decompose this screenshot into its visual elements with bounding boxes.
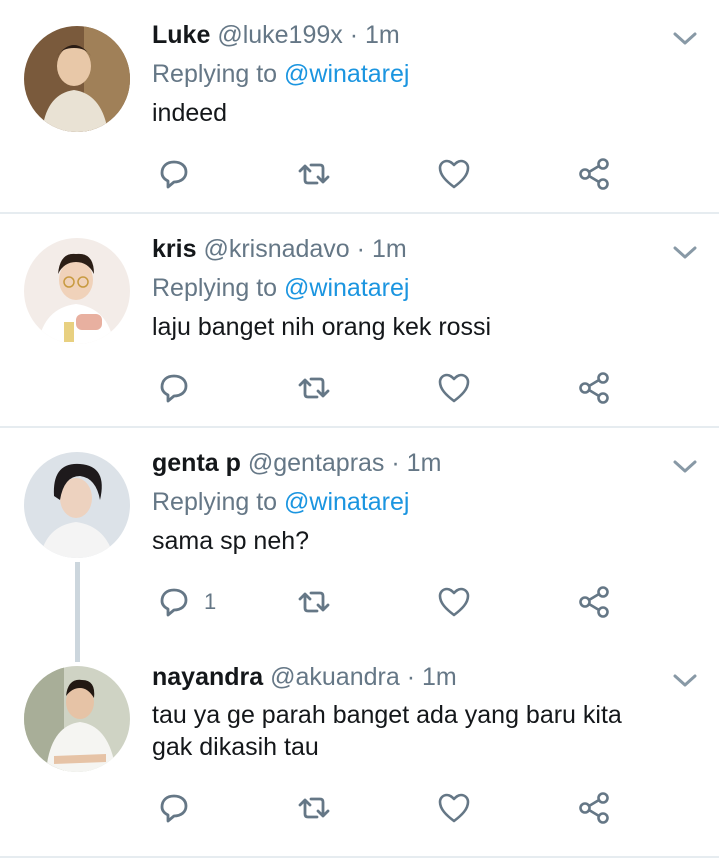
tweet-divider — [0, 856, 719, 858]
tweet-nayandra[interactable]: nayandra @akuandra · 1m tau ya ge parah … — [0, 642, 719, 856]
timestamp: 1m — [365, 21, 400, 49]
like-button[interactable] — [436, 156, 472, 192]
separator-dot: · — [349, 21, 359, 49]
share-icon — [579, 586, 609, 618]
like-icon — [438, 373, 470, 403]
retweet-icon — [298, 377, 330, 399]
author-name[interactable]: nayandra — [152, 663, 263, 691]
share-button[interactable] — [576, 370, 612, 406]
share-button[interactable] — [576, 584, 612, 620]
replying-to-label: Replying to — [152, 60, 278, 88]
like-button[interactable] — [436, 584, 472, 620]
reply-icon — [160, 588, 188, 617]
like-icon — [438, 793, 470, 823]
chevron-down-icon[interactable] — [672, 31, 698, 47]
reply-icon — [160, 160, 188, 189]
like-button[interactable] — [436, 370, 472, 406]
author-handle[interactable]: @gentapras — [248, 449, 385, 477]
tweet-kris[interactable]: kris @krisnadavo · 1m Replying to @winat… — [0, 214, 719, 426]
tweet-text: laju banget nih orang kek rossi — [152, 313, 492, 341]
share-button[interactable] — [576, 790, 612, 826]
tweet-genta[interactable]: genta p @gentapras · 1m Replying to @win… — [0, 428, 719, 638]
share-icon — [579, 372, 609, 404]
tweet-text: indeed — [152, 99, 228, 127]
author-name[interactable]: Luke — [152, 21, 210, 49]
chevron-down-icon[interactable] — [672, 245, 698, 261]
separator-dot: · — [406, 663, 416, 691]
reply-button[interactable] — [156, 370, 204, 406]
timestamp: 1m — [406, 449, 442, 477]
reply-count: 1 — [204, 589, 217, 614]
tweet-text-line: gak dikasih tau — [152, 733, 319, 761]
reply-button[interactable] — [156, 156, 204, 192]
like-icon — [438, 159, 470, 189]
separator-dot: · — [391, 449, 400, 477]
timestamp: 1m — [371, 235, 407, 263]
replying-to-label: Replying to — [152, 274, 278, 302]
chevron-down-icon[interactable] — [672, 673, 698, 689]
avatar[interactable] — [24, 452, 130, 558]
avatar[interactable] — [24, 666, 130, 772]
share-button[interactable] — [576, 156, 612, 192]
tweet-text: tau ya ge parah banget ada yang baru kit… — [152, 699, 622, 763]
retweet-icon — [298, 163, 330, 185]
author-handle[interactable]: @krisnadavo — [203, 235, 349, 263]
reply-button[interactable]: 1 — [156, 584, 216, 620]
chevron-down-icon[interactable] — [672, 459, 698, 475]
tweet-actions — [152, 370, 632, 406]
separator-dot: · — [356, 235, 365, 263]
mention-link[interactable]: @winatarej — [284, 60, 409, 88]
author-handle[interactable]: @akuandra — [270, 663, 400, 691]
share-icon — [579, 158, 609, 190]
timestamp: 1m — [422, 663, 457, 691]
retweet-button[interactable] — [296, 584, 332, 620]
reply-icon — [160, 794, 188, 823]
avatar[interactable] — [24, 26, 130, 132]
retweet-button[interactable] — [296, 790, 332, 826]
tweet-actions: 1 — [152, 584, 632, 620]
retweet-button[interactable] — [296, 370, 332, 406]
like-icon — [438, 587, 470, 617]
author-name[interactable]: kris — [152, 235, 196, 263]
reply-button[interactable] — [156, 790, 204, 826]
share-icon — [579, 792, 609, 824]
author-handle[interactable]: @luke199x — [217, 21, 342, 49]
retweet-icon — [298, 591, 330, 613]
avatar[interactable] — [24, 238, 130, 344]
retweet-button[interactable] — [296, 156, 332, 192]
tweet-actions — [152, 156, 632, 192]
mention-link[interactable]: @winatarej — [284, 488, 409, 516]
tweet-text-line: tau ya ge parah banget ada yang baru kit… — [152, 701, 622, 729]
reply-icon — [160, 374, 188, 403]
tweet-luke[interactable]: Luke @luke199x · 1m Replying to @winatar… — [0, 0, 719, 212]
author-name[interactable]: genta p — [152, 449, 241, 477]
tweet-actions — [152, 790, 632, 826]
tweet-text: sama sp neh? — [152, 527, 310, 555]
replying-to-label: Replying to — [152, 488, 278, 516]
retweet-icon — [298, 797, 330, 819]
like-button[interactable] — [436, 790, 472, 826]
mention-link[interactable]: @winatarej — [284, 274, 409, 302]
